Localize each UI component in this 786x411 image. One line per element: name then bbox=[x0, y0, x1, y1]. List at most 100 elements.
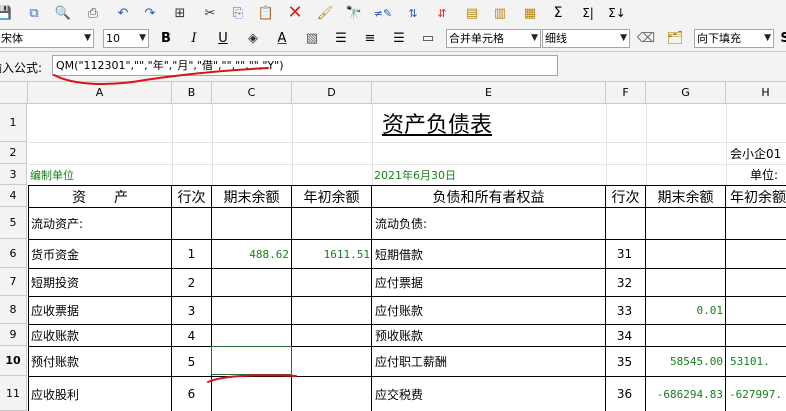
row-header[interactable]: 11 bbox=[0, 376, 27, 411]
align-center-icon[interactable]: ≡ bbox=[360, 29, 380, 48]
cell-e6[interactable]: 短期借款 bbox=[375, 240, 605, 268]
cell-f4[interactable]: 行次 bbox=[606, 186, 645, 207]
formula-input[interactable]: QM("112301","","年","月","借","","","","Y") bbox=[52, 55, 558, 76]
cell-h10[interactable]: 53101. bbox=[730, 347, 786, 376]
cell-h2[interactable]: 会小企01 bbox=[730, 142, 786, 164]
row-header[interactable]: 2 bbox=[0, 142, 27, 164]
cell-c4[interactable]: 期末余额 bbox=[212, 186, 291, 207]
replace-icon[interactable]: ≠✎ bbox=[373, 3, 393, 23]
column-header[interactable]: F bbox=[606, 82, 646, 104]
insert-sheet-icon[interactable]: ▦ bbox=[520, 3, 540, 23]
cell-a3[interactable]: 编制单位 bbox=[30, 164, 170, 185]
row-header[interactable]: 6 bbox=[0, 239, 27, 268]
cell-h3[interactable]: 单位: bbox=[750, 164, 786, 185]
find-icon[interactable]: 🔭 bbox=[344, 3, 364, 23]
eraser-icon[interactable]: ⌫ bbox=[636, 29, 656, 48]
cell-a10[interactable]: 预付账款 bbox=[31, 347, 171, 376]
cell-e10[interactable]: 应付职工薪酬 bbox=[375, 347, 605, 376]
row-header[interactable]: 7 bbox=[0, 268, 27, 296]
font-size-select[interactable]: 10 ▼ bbox=[103, 29, 149, 48]
cell-e3[interactable]: 2021年6月30日 bbox=[374, 164, 604, 185]
selected-cell-c10[interactable] bbox=[211, 346, 292, 375]
row-header[interactable]: 10 bbox=[0, 346, 27, 376]
cell-a7[interactable]: 短期投资 bbox=[31, 269, 171, 296]
row-header[interactable]: 5 bbox=[0, 207, 27, 239]
cell-b4[interactable]: 行次 bbox=[172, 186, 211, 207]
column-header[interactable]: D bbox=[292, 82, 372, 104]
copy-icon[interactable]: ⎘ bbox=[228, 3, 248, 23]
undo-icon[interactable]: ↶ bbox=[113, 3, 133, 23]
cell-e11[interactable]: 应交税费 bbox=[375, 377, 605, 411]
merge-select[interactable]: 合并单元格 ▼ bbox=[446, 29, 541, 48]
font-name-select[interactable]: 宋体 ▼ bbox=[0, 29, 94, 48]
column-header[interactable]: C bbox=[212, 82, 292, 104]
style-button[interactable]: S bbox=[775, 29, 786, 48]
cell-d4[interactable]: 年初余额 bbox=[292, 186, 371, 207]
cell-a9[interactable]: 应收账款 bbox=[31, 325, 171, 346]
insert-column-icon[interactable]: ▥ bbox=[490, 3, 510, 23]
row-header[interactable]: 9 bbox=[0, 324, 27, 346]
sort-descending-icon[interactable]: ⇵ bbox=[432, 3, 452, 23]
insert-row-icon[interactable]: ▤ bbox=[462, 3, 482, 23]
cell-a6[interactable]: 货币资金 bbox=[31, 240, 171, 268]
cell-e8[interactable]: 应付账款 bbox=[375, 297, 605, 324]
column-header[interactable]: E bbox=[372, 82, 606, 104]
column-header[interactable]: G bbox=[646, 82, 726, 104]
align-left-icon[interactable]: ☰ bbox=[331, 29, 351, 48]
sum-row-icon[interactable]: Σ| bbox=[578, 3, 598, 23]
cell-a11[interactable]: 应收股利 bbox=[31, 377, 171, 411]
cell-a8[interactable]: 应收票据 bbox=[31, 297, 171, 324]
cell-h11[interactable]: -627997. bbox=[729, 377, 786, 411]
border-style-select[interactable]: 细线 ▼ bbox=[542, 29, 630, 48]
italic-button[interactable]: I bbox=[184, 29, 204, 48]
cell-f6[interactable]: 31 bbox=[606, 240, 643, 268]
row-header[interactable]: 4 bbox=[0, 185, 27, 207]
cell-e7[interactable]: 应付票据 bbox=[375, 269, 605, 296]
cell-b10[interactable]: 5 bbox=[172, 347, 211, 376]
sheet-title[interactable]: 资产负债表 bbox=[28, 104, 786, 142]
cell-b7[interactable]: 2 bbox=[172, 269, 211, 296]
print-preview-icon[interactable]: 🔍 bbox=[53, 3, 73, 23]
cell-d6[interactable]: 1611.51 bbox=[292, 240, 370, 268]
print-icon[interactable]: ⎙ bbox=[83, 3, 103, 23]
cell-e9[interactable]: 预收账款 bbox=[375, 325, 605, 346]
format-brush-icon[interactable]: 🖌 bbox=[315, 3, 335, 23]
cell-b6[interactable]: 1 bbox=[172, 240, 211, 268]
sum-icon[interactable]: Σ bbox=[548, 3, 568, 23]
cell-e5[interactable]: 流动负债: bbox=[375, 208, 605, 239]
underline-button[interactable]: U bbox=[213, 29, 233, 48]
cell-b8[interactable]: 3 bbox=[172, 297, 211, 324]
cut-icon[interactable]: ✂ bbox=[200, 3, 220, 23]
bold-button[interactable]: B bbox=[156, 29, 176, 48]
cell-f7[interactable]: 32 bbox=[606, 269, 643, 296]
column-header[interactable]: A bbox=[28, 82, 172, 104]
copy-sheet-icon[interactable]: ⧉ bbox=[24, 3, 44, 23]
column-header[interactable]: B bbox=[172, 82, 212, 104]
row-header[interactable]: 8 bbox=[0, 296, 27, 324]
corner-header[interactable] bbox=[0, 82, 28, 104]
column-header[interactable]: H bbox=[726, 82, 786, 104]
align-right-icon[interactable]: ☰ bbox=[389, 29, 409, 48]
cell-g11[interactable]: -686294.83 bbox=[646, 377, 723, 411]
save-icon[interactable]: 💾 bbox=[0, 3, 14, 23]
properties-icon[interactable]: 🗂 bbox=[665, 29, 685, 48]
wrap-text-icon[interactable]: ▭ bbox=[418, 29, 438, 48]
cell-g4[interactable]: 期末余额 bbox=[646, 186, 725, 207]
fill-direction-select[interactable]: 向下填充 ▼ bbox=[694, 29, 774, 48]
sort-ascending-icon[interactable]: ⇅ bbox=[403, 3, 423, 23]
cell-f8[interactable]: 33 bbox=[606, 297, 643, 324]
fill-color-icon[interactable]: ◈ bbox=[243, 29, 263, 48]
cell-a5[interactable]: 流动资产: bbox=[31, 208, 171, 239]
row-header[interactable]: 1 bbox=[0, 104, 27, 142]
cell-f9[interactable]: 34 bbox=[606, 325, 643, 346]
cell-h4[interactable]: 年初余额 bbox=[726, 186, 786, 207]
row-header[interactable]: 3 bbox=[0, 164, 27, 185]
cell-border-icon[interactable]: ▧ bbox=[302, 29, 322, 48]
select-all-icon[interactable]: ⊞ bbox=[170, 3, 190, 23]
delete-icon[interactable]: ✕ bbox=[285, 3, 305, 23]
font-color-button[interactable]: A bbox=[272, 29, 292, 48]
cell-b11[interactable]: 6 bbox=[172, 377, 211, 411]
cell-f10[interactable]: 35 bbox=[606, 347, 643, 376]
paste-icon[interactable]: 📋 bbox=[256, 3, 276, 23]
cell-c6[interactable]: 488.62 bbox=[212, 240, 289, 268]
